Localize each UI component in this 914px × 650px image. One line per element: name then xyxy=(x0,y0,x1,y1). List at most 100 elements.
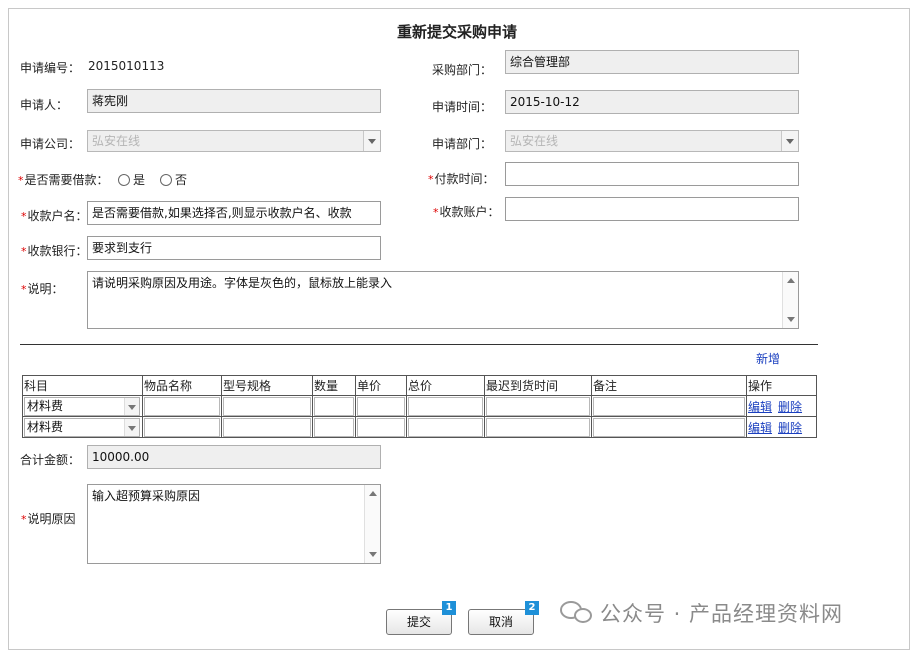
item-total-input[interactable] xyxy=(408,396,483,416)
total-cell xyxy=(406,416,485,438)
action-cell: 编辑 删除 xyxy=(746,416,817,438)
purchase-dept-label: 采购部门： xyxy=(432,63,493,77)
spec-cell xyxy=(221,395,313,417)
bank-label: *收款银行： xyxy=(21,242,88,259)
payee-name-label-text: 收款户名： xyxy=(27,209,88,223)
note-cell xyxy=(591,395,747,417)
payee-account-field[interactable] xyxy=(505,197,799,221)
desc-label: *说明： xyxy=(21,280,64,297)
company-select-value: 弘安在线 xyxy=(92,134,141,148)
required-mark: * xyxy=(428,173,434,186)
required-mark: * xyxy=(18,174,24,187)
item-name-input[interactable] xyxy=(144,417,220,437)
subject-cell: 材料费 xyxy=(22,395,143,417)
item-deadline-input[interactable] xyxy=(486,417,590,437)
item-qty-input[interactable] xyxy=(314,417,354,437)
radio-icon[interactable] xyxy=(160,174,172,186)
item-price-input[interactable] xyxy=(357,417,405,437)
col-header-action: 操作 xyxy=(746,375,817,396)
cancel-badge: 2 xyxy=(525,601,539,615)
price-cell xyxy=(355,416,407,438)
edit-link[interactable]: 编辑 xyxy=(748,400,772,414)
company-label: 申请公司： xyxy=(20,137,81,151)
deadline-cell xyxy=(484,416,592,438)
scrollbar[interactable] xyxy=(782,272,798,328)
items-table: 科目 物品名称 型号规格 数量 单价 总价 最迟到货时间 备注 操作 材料费 编… xyxy=(22,375,817,438)
payee-name-field[interactable]: 是否需要借款,如果选择否,则显示收款户名、收款 xyxy=(87,201,381,225)
required-mark: * xyxy=(21,245,27,258)
col-header-total: 总价 xyxy=(406,375,485,396)
chevron-down-icon xyxy=(781,131,798,151)
purchase-dept-field[interactable]: 综合管理部 xyxy=(505,50,799,74)
col-header-note: 备注 xyxy=(591,375,747,396)
subject-value: 材料费 xyxy=(27,398,64,413)
bank-label-text: 收款银行： xyxy=(27,244,88,258)
dept-select[interactable]: 弘安在线 xyxy=(505,130,799,152)
subject-select[interactable]: 材料费 xyxy=(24,396,140,416)
item-price-input[interactable] xyxy=(357,396,405,416)
col-header-spec: 型号规格 xyxy=(221,375,313,396)
edit-link[interactable]: 编辑 xyxy=(748,421,772,435)
apply-no-value: 2015010113 xyxy=(88,59,165,73)
loan-label-text: 是否需要借款： xyxy=(24,173,109,187)
pay-time-field[interactable] xyxy=(505,162,799,186)
loan-yes-option[interactable]: 是 xyxy=(118,171,145,188)
reason-textarea[interactable]: 输入超预算采购原因 xyxy=(87,484,381,564)
table-row: 材料费 编辑 删除 xyxy=(22,395,817,417)
loan-no-label: 否 xyxy=(175,173,188,187)
table-row: 材料费 编辑 删除 xyxy=(22,416,817,438)
arrow-up-icon[interactable] xyxy=(369,491,377,496)
table-header-row: 科目 物品名称 型号规格 数量 单价 总价 最迟到货时间 备注 操作 xyxy=(22,375,817,396)
qty-cell xyxy=(312,395,356,417)
arrow-up-icon[interactable] xyxy=(787,278,795,283)
required-mark: * xyxy=(21,283,27,296)
bank-field[interactable]: 要求到支行 xyxy=(87,236,381,260)
loan-yes-label: 是 xyxy=(133,173,146,187)
payee-account-label-text: 收款账户： xyxy=(439,205,500,219)
radio-icon[interactable] xyxy=(118,174,130,186)
watermark: 公众号 · 产品经理资料网 xyxy=(560,598,843,628)
dept-select-value: 弘安在线 xyxy=(510,134,559,148)
delete-link[interactable]: 删除 xyxy=(778,400,802,414)
item-spec-input[interactable] xyxy=(223,396,311,416)
add-item-link[interactable]: 新增 xyxy=(756,350,780,367)
subject-cell: 材料费 xyxy=(22,416,143,438)
desc-label-text: 说明： xyxy=(27,282,64,296)
name-cell xyxy=(142,416,222,438)
delete-link[interactable]: 删除 xyxy=(778,421,802,435)
item-deadline-input[interactable] xyxy=(486,396,590,416)
applicant-field[interactable]: 蒋宪刚 xyxy=(87,89,381,113)
subject-select[interactable]: 材料费 xyxy=(24,417,140,437)
page-title: 重新提交采购申请 xyxy=(396,23,517,41)
chevron-down-icon xyxy=(124,418,139,436)
desc-textarea[interactable]: 请说明采购原因及用途。字体是灰色的，鼠标放上能录入 xyxy=(87,271,799,329)
chevron-down-icon xyxy=(124,397,139,415)
payee-account-label: *收款账户： xyxy=(433,203,500,220)
arrow-down-icon[interactable] xyxy=(787,317,795,322)
arrow-down-icon[interactable] xyxy=(369,552,377,557)
chevron-down-icon xyxy=(363,131,380,151)
submit-badge: 1 xyxy=(442,601,456,615)
item-total-input[interactable] xyxy=(408,417,483,437)
loan-no-option[interactable]: 否 xyxy=(160,171,187,188)
company-select[interactable]: 弘安在线 xyxy=(87,130,381,152)
col-header-qty: 数量 xyxy=(312,375,356,396)
pay-time-label-text: 付款时间： xyxy=(434,172,495,186)
item-note-input[interactable] xyxy=(593,417,745,437)
required-mark: * xyxy=(21,513,27,526)
apply-time-field[interactable]: 2015-10-12 xyxy=(505,90,799,114)
total-amount-field[interactable]: 10000.00 xyxy=(87,445,381,469)
item-spec-input[interactable] xyxy=(223,417,311,437)
wechat-icon xyxy=(560,601,594,625)
item-qty-input[interactable] xyxy=(314,396,354,416)
reason-text: 输入超预算采购原因 xyxy=(92,489,201,503)
pay-time-label: *付款时间： xyxy=(428,170,495,187)
note-cell xyxy=(591,416,747,438)
item-note-input[interactable] xyxy=(593,396,745,416)
item-name-input[interactable] xyxy=(144,396,220,416)
scrollbar[interactable] xyxy=(364,485,380,563)
name-cell xyxy=(142,395,222,417)
price-cell xyxy=(355,395,407,417)
col-header-subject: 科目 xyxy=(22,375,143,396)
subject-value: 材料费 xyxy=(27,419,64,434)
